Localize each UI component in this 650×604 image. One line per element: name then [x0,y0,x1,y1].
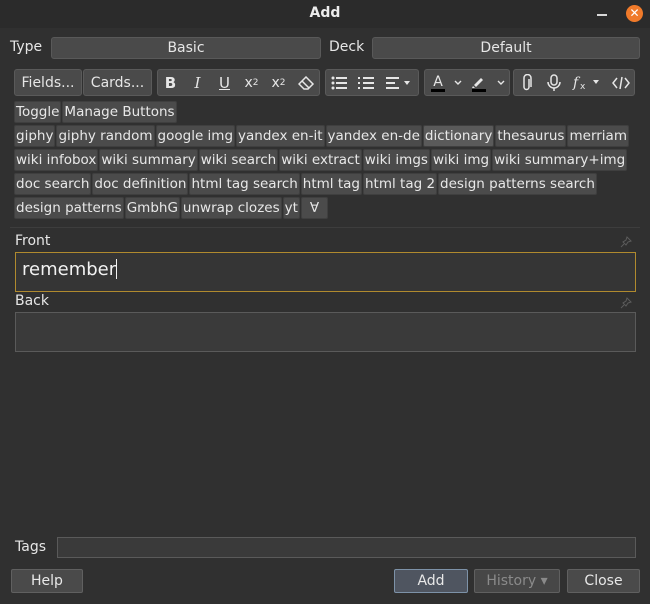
svg-text:A: A [433,74,443,90]
text-color-icon[interactable]: A [424,69,451,96]
title-bar: Add ✕ [0,0,650,28]
doc-definition-button[interactable]: doc definition [92,173,189,195]
cards-button[interactable]: Cards... [83,69,152,96]
wiki-img-button[interactable]: wiki img [430,149,492,171]
html-tag-search-button[interactable]: html tag search [189,173,300,195]
pin-icon[interactable] [620,297,632,309]
custom-button-row-4: doc search doc definition html tag searc… [14,173,597,195]
attachment-icon[interactable] [513,69,540,96]
gmbhg-button[interactable]: GmbhG [124,197,180,219]
wiki-search-button[interactable]: wiki search [198,149,279,171]
bold-icon[interactable]: B [157,69,184,96]
yandex-en-de-button[interactable]: yandex en-de [325,125,422,147]
wiki-summary-button[interactable]: wiki summary [99,149,198,171]
toggle-button[interactable]: Toggle [14,101,62,123]
custom-button-row-5: design patterns GmbhG unwrap clozes yt ∀ [14,197,329,219]
thesaurus-button[interactable]: thesaurus [495,125,567,147]
unwrap-clozes-button[interactable]: unwrap clozes [180,197,282,219]
pin-icon[interactable] [620,236,632,248]
minimize-icon[interactable] [597,14,607,16]
merriam-button[interactable]: merriam [567,125,629,147]
custom-button-row-1: Toggle Manage Buttons [14,101,177,123]
close-button[interactable]: Close [567,569,640,593]
tags-label: Tags [15,539,46,555]
wiki-summary-img-button[interactable]: wiki summary+img [492,149,628,171]
svg-text:x: x [580,82,586,91]
html-tag-2-button[interactable]: html tag 2 [362,173,438,195]
type-label: Type [10,39,43,55]
back-field-label: Back [15,293,49,309]
align-icon[interactable] [379,69,419,96]
highlight-dropdown-icon[interactable] [493,69,508,96]
highlight-icon[interactable] [465,69,493,96]
add-button[interactable]: Add [394,569,468,593]
microphone-icon[interactable] [540,69,567,96]
design-patterns-button[interactable]: design patterns [14,197,124,219]
tags-input[interactable] [57,537,636,558]
wiki-extract-button[interactable]: wiki extract [279,149,362,171]
back-field[interactable] [15,312,636,352]
underline-icon[interactable]: U [211,69,238,96]
wiki-imgs-button[interactable]: wiki imgs [362,149,430,171]
italic-icon[interactable]: I [184,69,211,96]
function-icon[interactable]: fx [567,69,607,96]
toolbar-divider [10,227,640,228]
front-field-text: remember [22,259,117,280]
superscript-icon[interactable]: x2 [238,69,265,96]
dictionary-button[interactable]: dictionary [422,125,495,147]
forall-button[interactable]: ∀ [300,197,329,219]
manage-buttons-button[interactable]: Manage Buttons [62,101,177,123]
deck-label: Deck [329,39,365,55]
yandex-en-it-button[interactable]: yandex en-it [236,125,325,147]
deck-chooser[interactable]: Default [372,37,640,59]
front-field[interactable]: remember [15,252,636,292]
design-patterns-search-button[interactable]: design patterns search [438,173,597,195]
text-color-dropdown-icon[interactable] [451,69,465,96]
google-img-button[interactable]: google img [155,125,236,147]
html-tag-button[interactable]: html tag [300,173,362,195]
custom-button-row-3: wiki infobox wiki summary wiki search wi… [14,149,628,171]
giphy-button[interactable]: giphy [14,125,56,147]
front-field-label: Front [15,233,51,249]
doc-search-button[interactable]: doc search [14,173,92,195]
html-editor-icon[interactable] [607,69,635,96]
window-title: Add [309,5,341,21]
wiki-infobox-button[interactable]: wiki infobox [14,149,99,171]
history-button[interactable]: History ▾ [474,569,560,593]
numbered-list-icon[interactable] [352,69,379,96]
eraser-icon[interactable] [292,69,320,96]
help-button[interactable]: Help [11,569,83,593]
custom-button-row-2: giphy giphy random google img yandex en-… [14,125,629,147]
subscript-icon[interactable]: x2 [265,69,292,96]
note-type-chooser[interactable]: Basic [51,37,321,59]
yt-button[interactable]: yt [282,197,300,219]
close-window-icon[interactable]: ✕ [626,5,643,22]
giphy-random-button[interactable]: giphy random [56,125,155,147]
bullet-list-icon[interactable] [325,69,352,96]
fields-button[interactable]: Fields... [14,69,82,96]
text-caret [116,259,118,279]
